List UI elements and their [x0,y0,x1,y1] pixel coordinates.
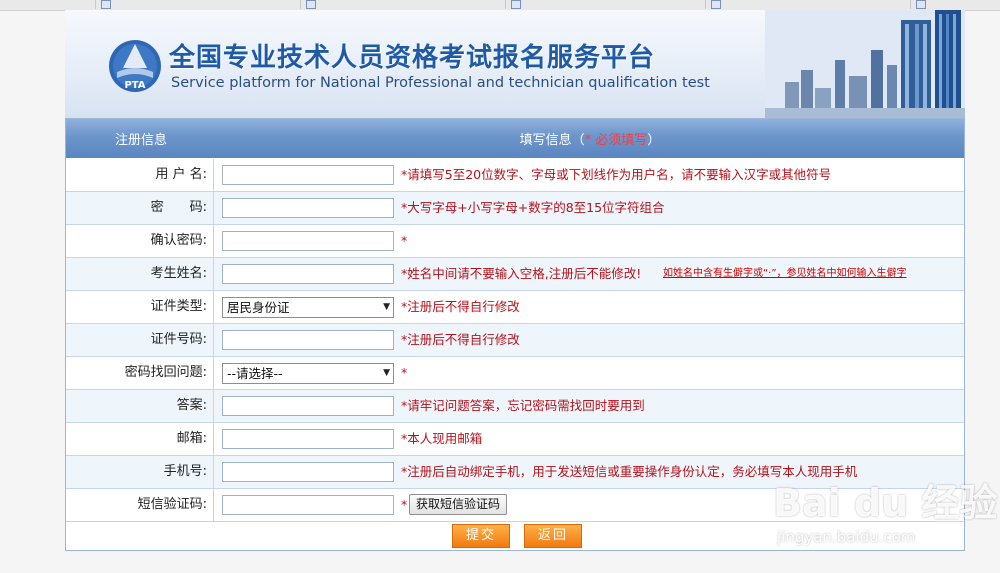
browser-tab[interactable] [705,0,911,9]
hint-email: *本人现用邮箱 [401,431,483,446]
label-candidate-name: 考生姓名: [66,258,214,290]
row-confirm-password: 确认密码: * [66,225,964,258]
form-actions: 提交 返回 [66,521,964,550]
form-header: 注册信息 填写信息（* 必须填写） [66,119,964,158]
site-banner: PTA 全国专业技术人员资格考试报名服务平台 Service platform … [65,10,965,118]
dropdown-arrow-icon: ▼ [383,368,390,378]
pta-logo: PTA [109,40,161,92]
platform-title-cn: 全国专业技术人员资格考试报名服务平台 [169,43,656,73]
candidate-name-input[interactable] [222,264,394,284]
browser-tab[interactable] [910,0,1000,9]
back-button[interactable]: 返回 [524,524,582,548]
label-security-question: 密码找回问题: [66,357,214,389]
hint-mobile: *注册后自动绑定手机，用于发送短信或重要操作身份认定，务必填写本人现用手机 [401,464,858,479]
logo-text: PTA [124,80,145,91]
label-answer: 答案: [66,390,214,422]
label-email: 邮箱: [66,423,214,455]
security-question-select[interactable]: --请选择-- ▼ [222,363,394,384]
sms-code-input[interactable] [222,495,394,515]
hint-id-type: *注册后不得自行修改 [401,299,520,314]
row-mobile: 手机号: *注册后自动绑定手机，用于发送短信或重要操作身份认定，务必填写本人现用… [66,456,964,489]
registration-page: PTA 全国专业技术人员资格考试报名服务平台 Service platform … [65,10,965,551]
label-sms-code: 短信验证码: [66,489,214,521]
required-marker: * 必须填写 [584,133,648,148]
row-email: 邮箱: *本人现用邮箱 [66,423,964,456]
label-id-type: 证件类型: [66,291,214,323]
id-type-selected-value: 居民身份证 [227,300,290,315]
row-username: 用 户 名: *请填写5至20位数字、字母或下划线作为用户名，请不要输入汉字或其… [66,159,964,192]
submit-button[interactable]: 提交 [452,524,510,548]
password-input[interactable] [222,198,394,218]
hint-password: *大写字母+小写字母+数字的8至15位字符组合 [401,200,665,215]
hint-confirm-password: * [401,233,408,248]
label-mobile: 手机号: [66,456,214,488]
label-confirm-password: 确认密码: [66,225,214,257]
email-input[interactable] [222,429,394,449]
page-icon [306,0,316,9]
hint-candidate-name: *姓名中间请不要输入空格,注册后不能修改! [401,266,642,281]
row-id-type: 证件类型: 居民身份证 ▼ *注册后不得自行修改 [66,291,964,324]
page-icon [711,0,721,9]
confirm-password-input[interactable] [222,231,394,251]
page-icon [101,0,111,9]
mobile-input[interactable] [222,462,394,482]
row-sms-code: 短信验证码: * 获取短信验证码 [66,489,964,522]
row-password: 密 码: *大写字母+小写字母+数字的8至15位字符组合 [66,192,964,225]
label-id-number: 证件号码: [66,324,214,356]
page-icon [511,0,521,9]
id-type-select[interactable]: 居民身份证 ▼ [222,297,394,318]
hint-security-question: * [401,365,408,380]
hint-id-number: *注册后不得自行修改 [401,332,520,347]
browser-tab[interactable] [505,0,706,9]
row-answer: 答案: *请牢记问题答案，忘记密码需找回时要用到 [66,390,964,423]
page-icon [916,0,926,9]
platform-title-en: Service platform for National Profession… [171,75,710,91]
hint-sms-code: * [401,497,408,512]
rare-character-help-link[interactable]: 如姓名中含有生僻字或“·”，参见姓名中如何输入生僻字 [663,258,907,290]
browser-tab[interactable] [95,0,301,9]
username-input[interactable] [222,165,394,185]
city-skyline-illustration [765,10,965,118]
id-number-input[interactable] [222,330,394,350]
fill-header-text: 填写信息（ [519,133,585,148]
row-id-number: 证件号码: *注册后不得自行修改 [66,324,964,357]
browser-tab[interactable] [300,0,506,9]
dropdown-arrow-icon: ▼ [383,302,390,312]
label-password: 密 码: [66,192,214,224]
registration-form: 注册信息 填写信息（* 必须填写） 用 户 名: *请填写5至20位数字、字母或… [65,118,965,551]
security-question-selected-value: --请选择-- [227,366,283,381]
row-candidate-name: 考生姓名: *姓名中间请不要输入空格,注册后不能修改! 如姓名中含有生僻字或“·… [66,258,964,291]
column-fill-header: 填写信息（* 必须填写） [216,119,964,162]
row-security-question: 密码找回问题: --请选择-- ▼ * [66,357,964,390]
answer-input[interactable] [222,396,394,416]
browser-tab[interactable] [0,0,96,9]
fill-header-end: ） [647,133,661,148]
get-sms-code-button[interactable]: 获取短信验证码 [409,494,508,515]
column-label-header: 注册信息 [114,133,167,148]
hint-username: *请填写5至20位数字、字母或下划线作为用户名，请不要输入汉字或其他符号 [401,167,832,182]
label-username: 用 户 名: [66,159,214,191]
hint-answer: *请牢记问题答案，忘记密码需找回时要用到 [401,398,645,413]
